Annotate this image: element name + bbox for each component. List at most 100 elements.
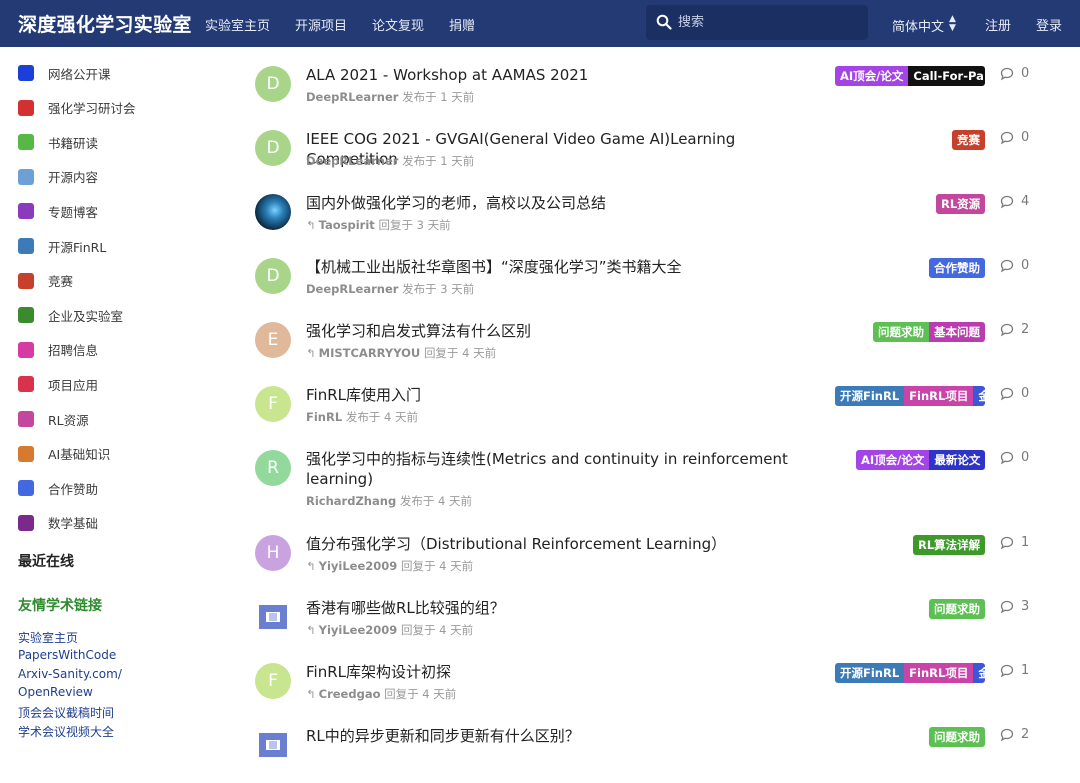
language-selector[interactable]: 简体中文 ▲ ▼	[892, 14, 956, 36]
tag-badge[interactable]: FinRL项目	[904, 663, 974, 683]
topic-title[interactable]: 香港有哪些做RL比较强的组？	[306, 598, 806, 618]
topic-row[interactable]: 香港有哪些做RL比较强的组？ ↰ YiyiLee2009 回复于 4 天前 问题求助 3	[0, 591, 1080, 655]
topic-author[interactable]: Creedgao	[319, 687, 381, 701]
topic-meta: ↰ Taospirit 回复于 3 天前	[306, 217, 451, 233]
tag-badge[interactable]: 金	[973, 386, 985, 406]
reply-icon: ↰	[306, 218, 316, 232]
topic-author[interactable]: MISTCARRYYOU	[319, 346, 421, 360]
topic-timestamp: 回复于 4 天前	[400, 623, 474, 637]
user-avatar[interactable]	[255, 727, 291, 763]
reply-count-value: 0	[1021, 130, 1030, 145]
topic-author[interactable]: YiyiLee2009	[319, 559, 398, 573]
topic-meta: DeepRLearner 发布于 1 天前	[306, 153, 474, 169]
topic-author[interactable]: RichardZhang	[306, 494, 396, 508]
nav-lab-home[interactable]: 实验室主页	[205, 15, 270, 34]
topic-row[interactable]: E 强化学习和启发式算法有什么区别 ↰ MISTCARRYYOU 回复于 4 天前 问题…	[0, 314, 1080, 378]
topic-title[interactable]: 值分布强化学习（Distributional Reinforcement Lea…	[306, 534, 806, 554]
comment-icon	[1000, 387, 1014, 400]
tag-badge[interactable]: 开源FinRL	[835, 386, 905, 406]
user-avatar[interactable]: H	[255, 535, 291, 571]
topic-row[interactable]: D ALA 2021 - Workshop at AAMAS 2021 DeepRL…	[0, 58, 1080, 122]
topic-row[interactable]: 国内外做强化学习的老师，高校以及公司总结 ↰ Taospirit 回复于 3 天前 R…	[0, 186, 1080, 250]
reply-icon: ↰	[306, 623, 316, 637]
tag-badge[interactable]: RL资源	[936, 194, 985, 214]
user-avatar[interactable]: D	[255, 130, 291, 166]
tag-badge[interactable]: 基本问题	[929, 322, 985, 342]
register-link[interactable]: 注册	[985, 15, 1011, 34]
avatar-letter: R	[267, 458, 279, 478]
topic-author[interactable]: Taospirit	[319, 218, 375, 232]
topic-row[interactable]: RL中的异步更新和同步更新有什么区别？ 问题求助 2	[0, 719, 1080, 783]
topic-title[interactable]: 国内外做强化学习的老师，高校以及公司总结	[306, 193, 806, 213]
tag-badge[interactable]: 合作赞助	[929, 258, 985, 278]
reply-count: 1	[1000, 535, 1029, 550]
reply-count-value: 4	[1021, 194, 1030, 209]
nav-paper-reproduction[interactable]: 论文复现	[372, 15, 424, 34]
tag-badge[interactable]: 问题求助	[873, 322, 929, 342]
reply-count: 0	[1000, 66, 1029, 81]
avatar-letter: D	[266, 138, 280, 158]
topic-timestamp: 回复于 4 天前	[423, 346, 497, 360]
topic-row[interactable]: F FinRL库使用入门 FinRL 发布于 4 天前 开源FinRL FinRL项目金…	[0, 378, 1080, 442]
topic-title[interactable]: 强化学习和启发式算法有什么区别	[306, 321, 806, 341]
user-avatar[interactable]	[255, 599, 291, 635]
reply-icon: ↰	[306, 687, 316, 701]
topic-title[interactable]: 强化学习中的指标与连续性(Metrics and continuity in r…	[306, 449, 806, 489]
topic-tags: 问题求助 基本问题	[873, 322, 985, 342]
tag-badge[interactable]: FinRL项目	[904, 386, 974, 406]
user-avatar[interactable]: D	[255, 66, 291, 102]
tag-badge[interactable]: 金	[973, 663, 985, 683]
topic-title[interactable]: FinRL库架构设计初探	[306, 662, 806, 682]
topic-author[interactable]: FinRL	[306, 410, 342, 424]
topic-author[interactable]: DeepRLearner	[306, 154, 398, 168]
topic-row[interactable]: R 强化学习中的指标与连续性(Metrics and continuity in …	[0, 442, 1080, 508]
reply-count: 2	[1000, 322, 1029, 337]
comment-icon	[1000, 195, 1014, 208]
nav-open-source[interactable]: 开源项目	[295, 15, 347, 34]
reply-count: 0	[1000, 258, 1029, 273]
topic-tags: RL资源	[936, 194, 985, 214]
nav-donate[interactable]: 捐赠	[449, 15, 475, 34]
tag-badge[interactable]: 问题求助	[929, 727, 985, 747]
topic-tags: AI顶会/论文 最新论文	[856, 450, 985, 470]
pattern-avatar-icon	[259, 605, 287, 629]
user-avatar[interactable]: R	[255, 450, 291, 486]
user-avatar[interactable]	[255, 194, 291, 230]
topic-row[interactable]: D IEEE COG 2021 - GVGAI(General Video Gam…	[0, 122, 1080, 186]
search-input[interactable]	[678, 13, 858, 31]
tag-badge[interactable]: 问题求助	[929, 599, 985, 619]
site-brand[interactable]: 深度强化学习实验室	[18, 10, 192, 37]
reply-count-value: 3	[1021, 599, 1030, 614]
tag-badge[interactable]: AI顶会/论文	[856, 450, 930, 470]
topic-timestamp: 发布于 4 天前	[399, 494, 472, 508]
tag-badge[interactable]: 竞赛	[952, 130, 985, 150]
topic-row[interactable]: D 【机械工业出版社华章图书】“深度强化学习”类书籍大全 DeepRLearner …	[0, 250, 1080, 314]
topic-timestamp: 发布于 1 天前	[402, 90, 475, 104]
tag-badge[interactable]: RL算法详解	[913, 535, 985, 555]
topic-row[interactable]: F FinRL库架构设计初探 ↰ Creedgao 回复于 4 天前 开源FinRL Fi…	[0, 655, 1080, 719]
topic-row[interactable]: H 值分布强化学习（Distributional Reinforcement Le…	[0, 527, 1080, 591]
user-avatar[interactable]: F	[255, 663, 291, 699]
tag-badge[interactable]: 开源FinRL	[835, 663, 905, 683]
user-avatar[interactable]: D	[255, 258, 291, 294]
comment-icon	[1000, 728, 1014, 741]
search-box[interactable]	[646, 5, 868, 40]
topic-title[interactable]: ALA 2021 - Workshop at AAMAS 2021	[306, 65, 806, 85]
login-link[interactable]: 登录	[1036, 15, 1062, 34]
topic-meta: ↰ Creedgao 回复于 4 天前	[306, 686, 456, 702]
topic-title[interactable]: RL中的异步更新和同步更新有什么区别？	[306, 726, 806, 746]
topic-author[interactable]: DeepRLearner	[306, 90, 398, 104]
topic-title[interactable]: FinRL库使用入门	[306, 385, 806, 405]
user-avatar[interactable]: F	[255, 386, 291, 422]
sort-caret-icon: ▲ ▼	[949, 14, 956, 33]
tag-badge[interactable]: AI顶会/论文	[835, 66, 909, 86]
tag-badge[interactable]: Call-For-Pa	[908, 66, 985, 86]
reply-count: 4	[1000, 194, 1029, 209]
topic-title[interactable]: 【机械工业出版社华章图书】“深度强化学习”类书籍大全	[306, 257, 806, 277]
topic-timestamp: 回复于 3 天前	[378, 218, 451, 232]
comment-icon	[1000, 323, 1014, 336]
tag-badge[interactable]: 最新论文	[929, 450, 985, 470]
topic-author[interactable]: DeepRLearner	[306, 282, 398, 296]
user-avatar[interactable]: E	[255, 322, 291, 358]
topic-author[interactable]: YiyiLee2009	[319, 623, 398, 637]
